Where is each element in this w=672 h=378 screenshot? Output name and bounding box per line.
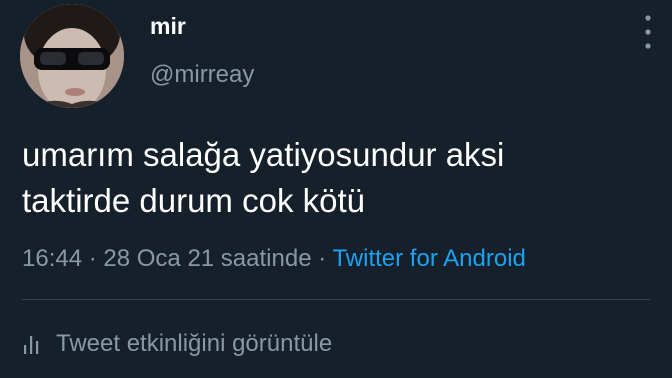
tweet-meta: 16:44 · 28 Oca 21 saatinde · Twitter for… xyxy=(22,242,526,276)
tweet-detail: mir @mirreay umarım salağa yatiyosundur … xyxy=(0,0,672,378)
tweet-time[interactable]: 16:44 xyxy=(22,245,82,272)
user-handle[interactable]: @mirreay xyxy=(150,60,254,90)
display-name[interactable]: mir xyxy=(150,12,186,40)
tweet-text-line: umarım salağa yatiyosundur aksi xyxy=(22,136,505,173)
avatar-image xyxy=(20,4,124,108)
meta-separator: · xyxy=(82,245,104,272)
tweet-date[interactable]: 28 Oca 21 saatinde xyxy=(103,245,311,272)
view-tweet-activity-button[interactable]: Tweet etkinliğini görüntüle xyxy=(22,326,332,362)
tweet-text-line: taktirde durum cok kötü xyxy=(22,182,365,219)
avatar[interactable] xyxy=(20,4,124,108)
activity-label: Tweet etkinliğini görüntüle xyxy=(56,330,333,357)
divider xyxy=(22,299,650,300)
bar-chart-icon xyxy=(22,333,42,355)
meta-separator: · xyxy=(311,245,333,272)
tweet-text: umarım salağa yatiyosundur aksi taktirde… xyxy=(22,132,662,224)
tweet-source-link[interactable]: Twitter for Android xyxy=(332,245,525,272)
more-vertical-icon[interactable] xyxy=(642,12,654,52)
